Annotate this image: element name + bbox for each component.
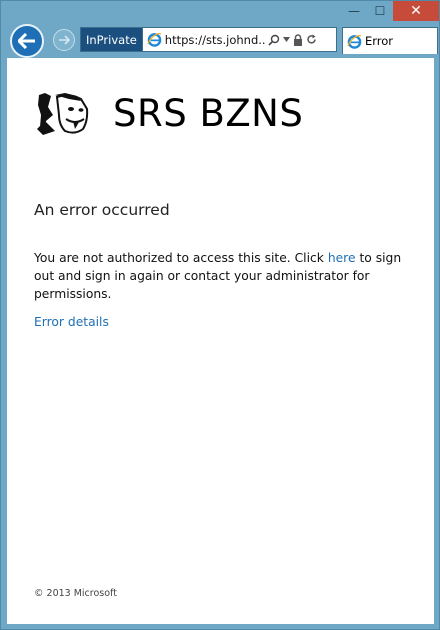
inprivate-badge: InPrivate [81, 28, 143, 51]
forward-button[interactable] [53, 29, 75, 51]
browser-window: — ☐ ✕ InPrivate https://sts.johnd... Err… [0, 0, 440, 630]
maximize-button[interactable]: ☐ [367, 1, 393, 21]
dropdown-icon[interactable] [282, 37, 290, 42]
logo-row: SRS BZNS [35, 91, 303, 135]
sign-out-link[interactable]: here [328, 251, 356, 265]
navigation-toolbar: InPrivate https://sts.johnd... Error [7, 23, 438, 58]
minimize-button[interactable]: — [341, 1, 367, 21]
ie-logo-icon [147, 33, 162, 47]
close-button[interactable]: ✕ [393, 1, 439, 21]
page-title: An error occurred [34, 201, 170, 219]
url-text[interactable]: https://sts.johnd... [165, 33, 265, 47]
caption-buttons: — ☐ ✕ [341, 1, 439, 23]
address-bar[interactable]: InPrivate https://sts.johnd... [80, 27, 337, 52]
error-details-link[interactable]: Error details [34, 315, 109, 329]
lock-icon[interactable] [293, 33, 303, 46]
refresh-icon[interactable] [306, 34, 317, 45]
page-content: SRS BZNS An error occurred You are not a… [7, 58, 434, 624]
forward-arrow-icon [59, 35, 70, 45]
address-bar-icons [268, 33, 317, 46]
tab-title: Error [365, 34, 394, 48]
ie-logo-icon [347, 34, 362, 49]
message-text-start: You are not authorized to access this si… [34, 251, 328, 265]
back-button[interactable] [10, 24, 44, 58]
brand-title: SRS BZNS [113, 91, 304, 135]
copyright-footer: © 2013 Microsoft [34, 588, 117, 599]
tab-error[interactable]: Error [342, 27, 438, 54]
search-icon[interactable] [268, 34, 280, 46]
meme-face-icon [37, 93, 89, 135]
back-arrow-icon [18, 33, 35, 49]
error-message: You are not authorized to access this si… [34, 249, 404, 303]
